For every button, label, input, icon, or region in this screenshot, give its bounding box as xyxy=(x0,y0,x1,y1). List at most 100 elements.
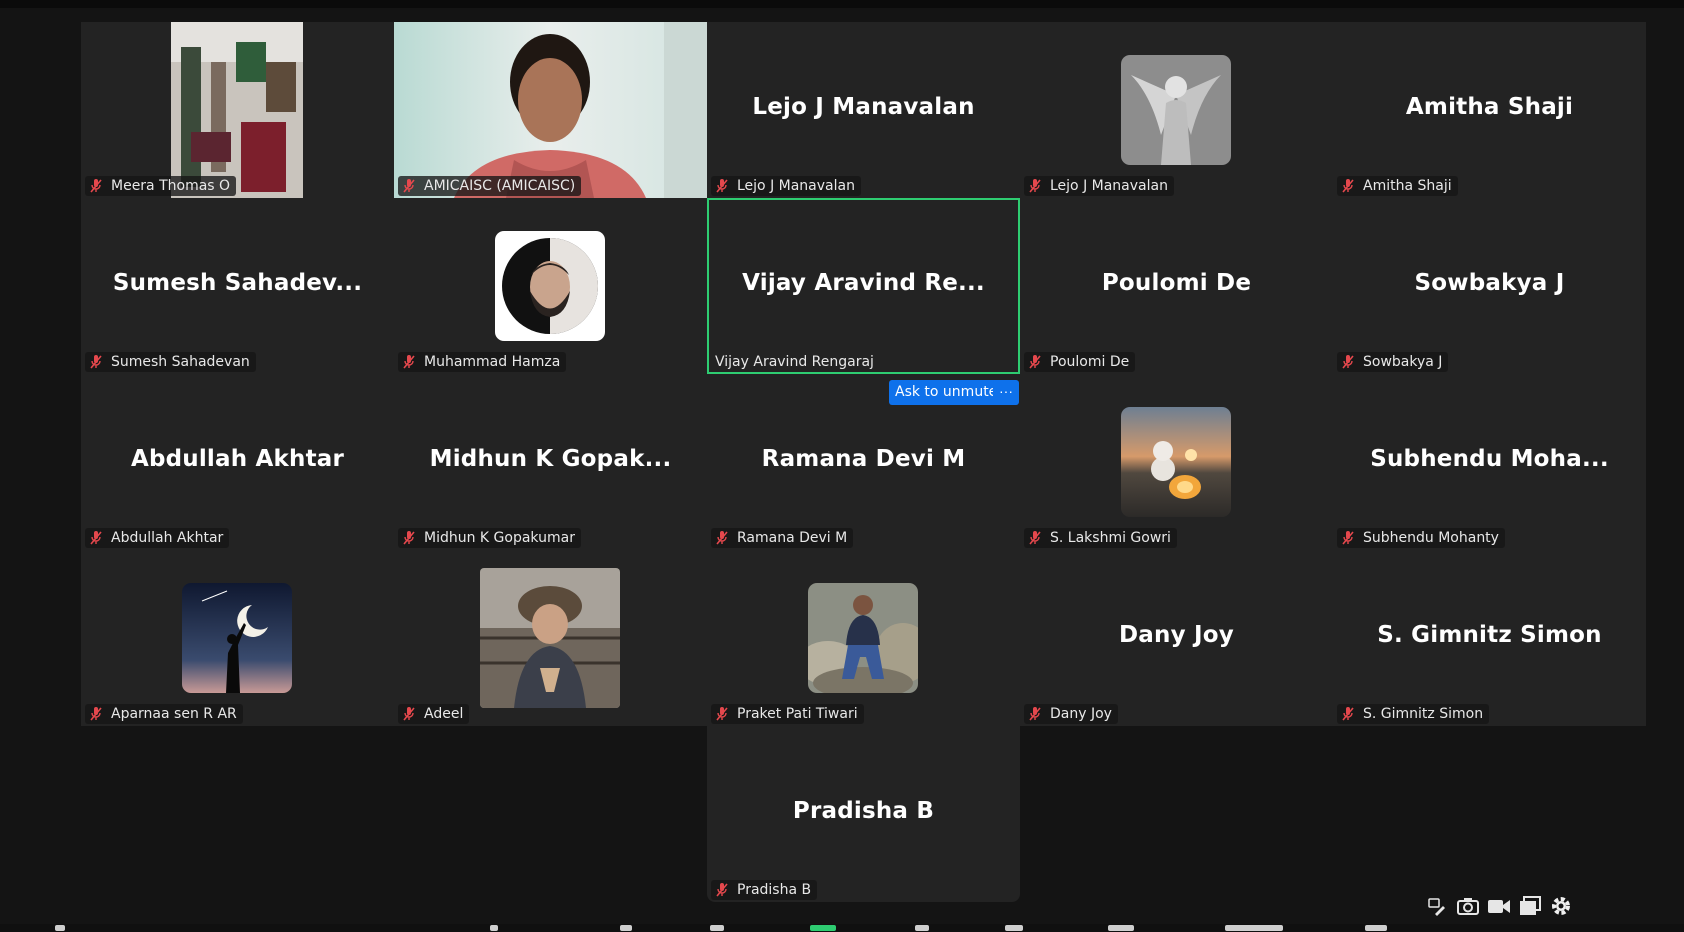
participant-name: Adeel xyxy=(424,706,464,722)
profile-picture xyxy=(480,568,620,708)
view-toolbar xyxy=(1424,893,1573,919)
video-feed-image xyxy=(394,22,707,198)
participant-tile[interactable]: Amitha Shaji Amitha Shaji xyxy=(1333,22,1646,198)
participant-name: Meera Thomas O xyxy=(111,178,231,194)
profile-picture-image xyxy=(480,568,620,708)
window-top-bar xyxy=(0,0,1684,8)
participant-name-tag: Muhammad Hamza xyxy=(398,352,567,372)
active-speaker-tile[interactable]: Vijay Aravind Re... Vijay Aravind Rengar… xyxy=(707,198,1020,374)
profile-picture xyxy=(1121,407,1231,517)
microphone-muted-icon xyxy=(716,179,728,193)
participant-display-name: Sowbakya J xyxy=(1414,270,1565,296)
participant-name: Ramana Devi M xyxy=(737,530,848,546)
participant-name-tag: S. Gimnitz Simon xyxy=(1337,704,1490,724)
participant-display-name: Subhendu Moha... xyxy=(1370,446,1609,472)
participant-name: Midhun K Gopakumar xyxy=(424,530,575,546)
participant-tile[interactable]: Poulomi De Poulomi De xyxy=(1020,198,1333,374)
participant-display-name: Ramana Devi M xyxy=(761,446,966,472)
participant-name-tag: Subhendu Mohanty xyxy=(1337,528,1505,548)
profile-picture-image xyxy=(182,583,292,693)
microphone-muted-icon xyxy=(1342,531,1354,545)
profile-picture xyxy=(808,583,918,693)
participant-tile[interactable]: Pradisha B Pradisha B xyxy=(707,726,1020,902)
video-icon[interactable] xyxy=(1486,893,1511,919)
participant-tile[interactable]: Sumesh Sahadev... Sumesh Sahadevan xyxy=(81,198,394,374)
participant-name: Aparnaa sen R AR xyxy=(111,706,237,722)
participant-name: Abdullah Akhtar xyxy=(111,530,224,546)
microphone-muted-icon xyxy=(1029,355,1041,369)
microphone-muted-icon xyxy=(716,531,728,545)
microphone-muted-icon xyxy=(1029,531,1041,545)
camera-icon[interactable] xyxy=(1455,893,1480,919)
participant-tile[interactable]: AMICAISC (AMICAISC) xyxy=(394,22,707,198)
participant-name-tag: Abdullah Akhtar xyxy=(85,528,230,548)
participant-name: Sumesh Sahadevan xyxy=(111,354,250,370)
participant-tile[interactable]: Lejo J Manavalan Lejo J Manavalan xyxy=(707,22,1020,198)
participant-name: Amitha Shaji xyxy=(1363,178,1452,194)
video-feed xyxy=(171,22,303,198)
share-screen-icon[interactable] xyxy=(1517,893,1542,919)
participant-name-tag: Dany Joy xyxy=(1024,704,1118,724)
participant-display-name: Sumesh Sahadev... xyxy=(112,270,363,296)
microphone-muted-icon xyxy=(716,883,728,897)
profile-picture-image xyxy=(495,231,605,341)
participant-name: Sowbakya J xyxy=(1363,354,1443,370)
taskbar-edge xyxy=(0,924,1684,932)
participant-display-name: Pradisha B xyxy=(792,798,935,824)
participant-name: Lejo J Manavalan xyxy=(737,178,855,194)
participant-tile[interactable]: Lejo J Manavalan xyxy=(1020,22,1333,198)
participant-tile[interactable]: Midhun K Gopak... Midhun K Gopakumar xyxy=(394,374,707,550)
participant-display-name: Vijay Aravind Re... xyxy=(742,270,985,296)
participant-name-tag: Lejo J Manavalan xyxy=(1024,176,1174,196)
participant-name-tag: S. Lakshmi Gowri xyxy=(1024,528,1177,548)
microphone-muted-icon xyxy=(716,707,728,721)
microphone-muted-icon xyxy=(1342,355,1354,369)
participant-name: Lejo J Manavalan xyxy=(1050,178,1168,194)
profile-picture xyxy=(1121,55,1231,165)
participant-name-tag: Ramana Devi M xyxy=(711,528,854,548)
participant-display-name: Amitha Shaji xyxy=(1405,94,1574,120)
profile-picture-image xyxy=(1121,55,1231,165)
ask-to-unmute-button[interactable]: Ask to unmute xyxy=(889,380,1004,405)
participant-display-name: S. Gimnitz Simon xyxy=(1377,622,1602,648)
microphone-muted-icon xyxy=(1342,707,1354,721)
participant-name: Subhendu Mohanty xyxy=(1363,530,1499,546)
participant-name: AMICAISC (AMICAISC) xyxy=(424,178,576,194)
microphone-muted-icon xyxy=(90,355,102,369)
profile-picture xyxy=(182,583,292,693)
participant-tile[interactable]: S. Lakshmi Gowri xyxy=(1020,374,1333,550)
participant-name: Dany Joy xyxy=(1050,706,1112,722)
participant-tile[interactable]: S. Gimnitz Simon S. Gimnitz Simon xyxy=(1333,550,1646,726)
participant-display-name: Midhun K Gopak... xyxy=(429,446,672,472)
video-feed xyxy=(394,22,707,198)
participant-name: Muhammad Hamza xyxy=(424,354,561,370)
profile-picture-image xyxy=(1121,407,1231,517)
annotate-icon[interactable] xyxy=(1424,893,1449,919)
participant-name-tag: Sumesh Sahadevan xyxy=(85,352,256,372)
participant-tile[interactable]: Meera Thomas O xyxy=(81,22,394,198)
microphone-muted-icon xyxy=(403,531,415,545)
participant-name-tag: Lejo J Manavalan xyxy=(711,176,861,196)
participant-tile[interactable]: Dany Joy Dany Joy xyxy=(1020,550,1333,726)
participant-tile[interactable]: Aparnaa sen R AR xyxy=(81,550,394,726)
participant-name: Poulomi De xyxy=(1050,354,1130,370)
participant-name: S. Gimnitz Simon xyxy=(1363,706,1484,722)
participant-display-name: Dany Joy xyxy=(1119,622,1234,648)
participant-name-tag: Adeel xyxy=(398,704,470,724)
microphone-muted-icon xyxy=(90,179,102,193)
participant-tile[interactable]: Subhendu Moha... Subhendu Mohanty xyxy=(1333,374,1646,550)
more-options-button[interactable]: ··· xyxy=(993,380,1019,405)
participant-tile[interactable]: Muhammad Hamza xyxy=(394,198,707,374)
participant-tile[interactable]: Praket Pati Tiwari xyxy=(707,550,1020,726)
participant-tile[interactable]: Adeel xyxy=(394,550,707,726)
participant-display-name: Poulomi De xyxy=(1101,270,1252,296)
participant-display-name: Lejo J Manavalan xyxy=(752,94,975,120)
participant-tile[interactable]: Abdullah Akhtar Abdullah Akhtar xyxy=(81,374,394,550)
microphone-muted-icon xyxy=(1029,707,1041,721)
profile-picture-image xyxy=(808,583,918,693)
gear-icon[interactable] xyxy=(1548,893,1573,919)
microphone-muted-icon xyxy=(1342,179,1354,193)
participant-tile[interactable]: Sowbakya J Sowbakya J xyxy=(1333,198,1646,374)
microphone-muted-icon xyxy=(90,707,102,721)
participant-name-tag: Aparnaa sen R AR xyxy=(85,704,243,724)
